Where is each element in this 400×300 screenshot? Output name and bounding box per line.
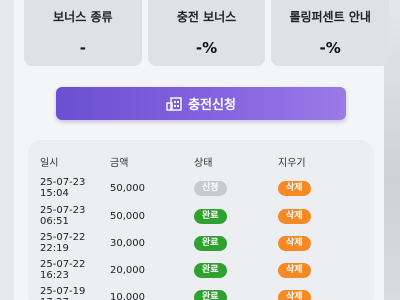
charge-bonus-label: 충전 보너스 — [176, 10, 237, 24]
row-amount: 10,000 — [110, 291, 145, 300]
header-delete: 지우기 — [278, 158, 306, 169]
table-row: 25-07-19 17:27 10,000 완료 삭제 — [28, 286, 374, 300]
row-amount: 20,000 — [110, 264, 145, 276]
status-badge: 완료 — [194, 235, 227, 251]
bonus-info-row: 보너스 종류 - 충전 보너스 -% 롤링퍼센트 안내 -% — [24, 0, 390, 66]
row-date: 25-07-22 16:23 — [40, 259, 86, 281]
charge-history-table: 일시 금액 상태 지우기 25-07-23 15:04 50,000 신청 삭제… — [28, 140, 374, 300]
charge-bonus-card: 충전 보너스 -% — [147, 0, 266, 66]
row-amount: 30,000 — [110, 237, 145, 249]
bonus-type-label: 보너스 종류 — [53, 10, 113, 24]
table-row: 25-07-22 16:23 20,000 완료 삭제 — [28, 259, 374, 281]
table-row: 25-07-22 22:19 30,000 완료 삭제 — [28, 232, 374, 254]
row-date: 25-07-22 22:19 — [40, 232, 86, 254]
header-status: 상태 — [194, 158, 213, 169]
charge-request-button[interactable]: 충전신청 — [56, 87, 346, 120]
table-row: 25-07-23 15:04 50,000 신청 삭제 — [28, 177, 374, 199]
charge-panel: 보너스 종류 - 충전 보너스 -% 롤링퍼센트 안내 -% 충전신청 일시 금… — [14, 0, 390, 300]
bonus-type-card: 보너스 종류 - — [24, 0, 142, 66]
row-date: 25-07-23 06:51 — [40, 205, 86, 227]
status-badge: 완료 — [194, 262, 227, 278]
header-date: 일시 — [40, 158, 59, 169]
table-row: 25-07-23 06:51 50,000 완료 삭제 — [28, 205, 374, 227]
status-badge: 완료 — [194, 289, 227, 300]
background-left — [0, 0, 14, 300]
delete-button[interactable]: 삭제 — [278, 262, 311, 278]
header-amount: 금액 — [110, 158, 129, 169]
row-date: 25-07-19 17:27 — [40, 286, 86, 300]
status-badge: 신청 — [194, 180, 227, 196]
building-icon — [166, 96, 182, 111]
delete-button[interactable]: 삭제 — [278, 289, 311, 300]
row-date: 25-07-23 15:04 — [40, 177, 86, 199]
status-badge: 완료 — [194, 208, 227, 224]
delete-button[interactable]: 삭제 — [278, 235, 311, 251]
rolling-percent-value: -% — [319, 39, 341, 57]
bonus-type-value: - — [79, 39, 86, 57]
rolling-percent-card: 롤링퍼센트 안내 -% — [271, 0, 390, 66]
delete-button[interactable]: 삭제 — [278, 180, 311, 196]
delete-button[interactable]: 삭제 — [278, 208, 311, 224]
row-amount: 50,000 — [110, 182, 145, 194]
table-header: 일시 금액 상태 지우기 — [28, 154, 374, 169]
rolling-percent-label: 롤링퍼센트 안내 — [289, 10, 371, 24]
charge-bonus-value: -% — [195, 39, 218, 57]
row-amount: 50,000 — [110, 210, 145, 222]
charge-request-label: 충전신청 — [188, 98, 236, 113]
